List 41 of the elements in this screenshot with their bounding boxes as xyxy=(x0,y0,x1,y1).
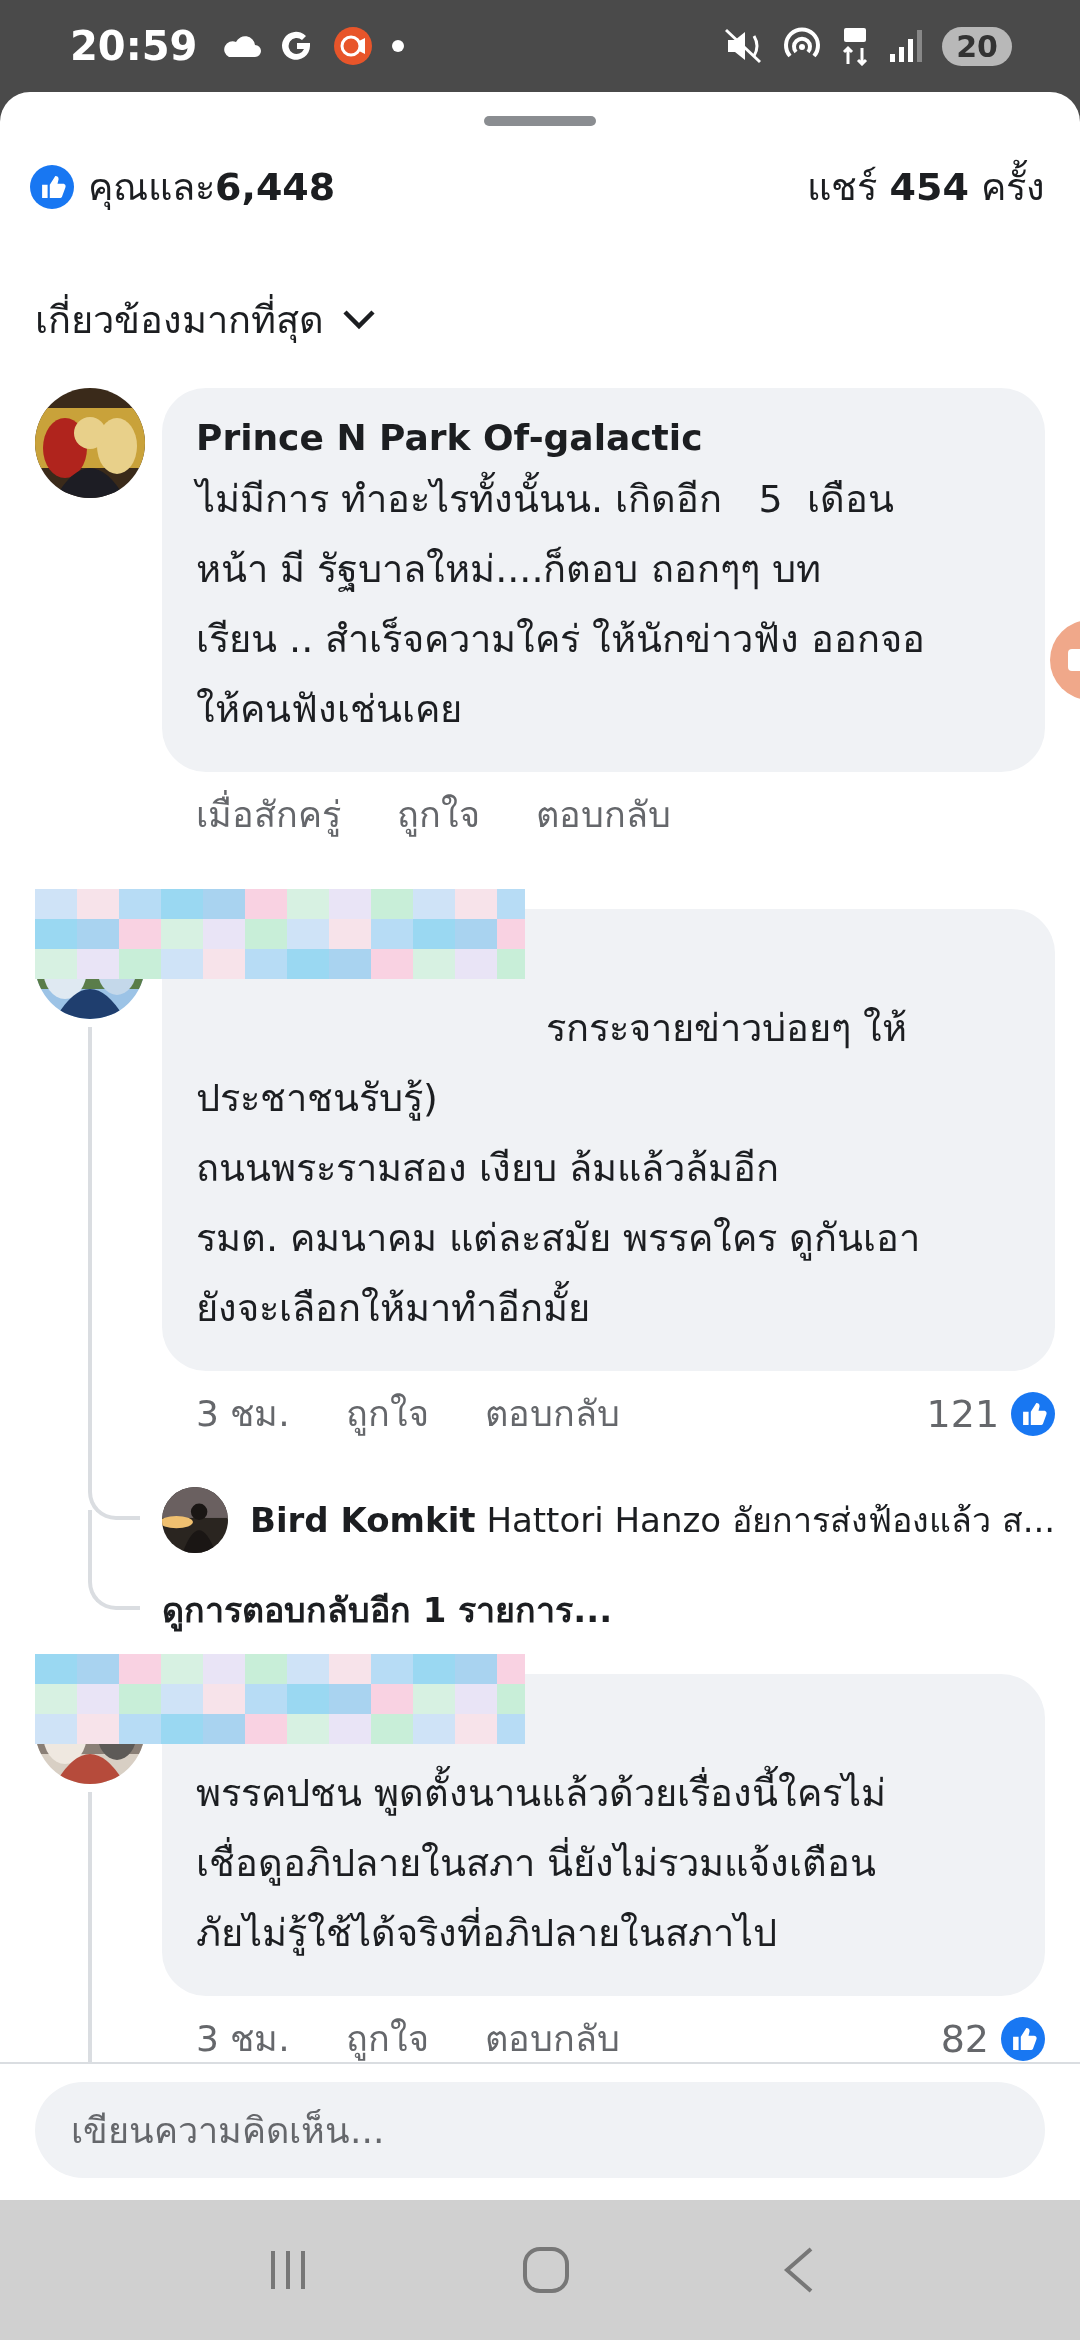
comment-time: 3 ชม. xyxy=(196,2017,290,2061)
dot-icon xyxy=(391,39,406,53)
battery-indicator: 20 xyxy=(942,26,1012,66)
more-replies-link[interactable]: ดูการตอบกลับอีก 1 รายการ... xyxy=(162,1570,1056,1636)
comment-input[interactable]: เขียนความคิดเห็น... xyxy=(35,2082,1045,2178)
comment-text: รกระจายข่าวบ่อยๆ ให้ xyxy=(545,1005,909,1052)
sort-dropdown[interactable]: เกี่ยวข้องมากที่สุด xyxy=(35,289,376,350)
like-icon xyxy=(1001,2016,1045,2061)
comment-text: รมต. คมนาคม แต่ละสมัย พรรคใคร ดูกันเอา xyxy=(196,1215,922,1263)
comment-text: ยังจะเลือกให้มาทำอีกมั้ย xyxy=(196,1273,1022,1343)
comment-text: ให้คนฟังเช่นเคย xyxy=(196,686,463,733)
like-link[interactable]: ถูกใจ xyxy=(397,786,480,843)
like-count: 82 xyxy=(940,2016,989,2061)
comment-text: พรรคปชน พูดตั้งนานแล้วด้วยเรื่องนี้ใครไม่ xyxy=(196,1758,1011,1828)
like-link[interactable]: ถูกใจ xyxy=(345,1385,429,1442)
reply-link[interactable]: ตอบกลับ xyxy=(484,2010,620,2062)
chevron-down-icon[interactable] xyxy=(342,308,376,331)
share-count[interactable]: แชร์ 454 ครั้ง xyxy=(807,156,1045,217)
home-icon[interactable] xyxy=(521,2245,571,2295)
cloud-icon xyxy=(221,33,262,59)
comment-text: ภัยไม่รู้ใช้ได้จริงที่อภิปลายในสภาไป xyxy=(196,1898,1011,1968)
comment-time: เมื่อสักครู่ xyxy=(196,786,341,843)
reaction-summary[interactable]: คุณและ6,448 xyxy=(88,156,336,217)
comment-text: ถนนพระรามสอง เงียบ ล้มแล้วล้มอีก xyxy=(196,1145,781,1192)
reply-link[interactable]: ตอบกลับ xyxy=(484,1385,620,1442)
comment-text: เชื่อดูอภิปลายในสภา นี่ยังไม่รวมแจ้งเตือน xyxy=(196,1828,1011,1898)
drag-handle[interactable] xyxy=(484,116,596,126)
status-time: 20:59 xyxy=(70,23,198,69)
reply-preview[interactable]: Bird Komkit Hattori Hanzo อัยการส่งฟ้องแล้ว ส... xyxy=(250,1493,1056,1547)
signal-icon xyxy=(888,28,925,64)
like-link[interactable]: ถูกใจ xyxy=(345,2010,429,2062)
like-icon xyxy=(30,164,74,209)
reply-link[interactable]: ตอบกลับ xyxy=(536,786,671,843)
like-count: 121 xyxy=(926,1391,1000,1436)
comment-text: หน้า มี รัฐบาลใหม่....ก็ตอบ ถอกๆๆ บท xyxy=(196,545,822,594)
like-icon xyxy=(1011,1391,1056,1436)
comment-text: ประชาชนรับรู้) xyxy=(196,1075,439,1123)
comment-author[interactable]: Prince N Park Of-galactic xyxy=(196,412,1011,464)
recorder-icon xyxy=(333,26,374,66)
comment-text: เรียน .. สำเร็จความใคร่ ให้นักข่าวฟัง ออกจอ xyxy=(196,615,927,663)
comment-time: 3 ชม. xyxy=(196,1392,290,1436)
